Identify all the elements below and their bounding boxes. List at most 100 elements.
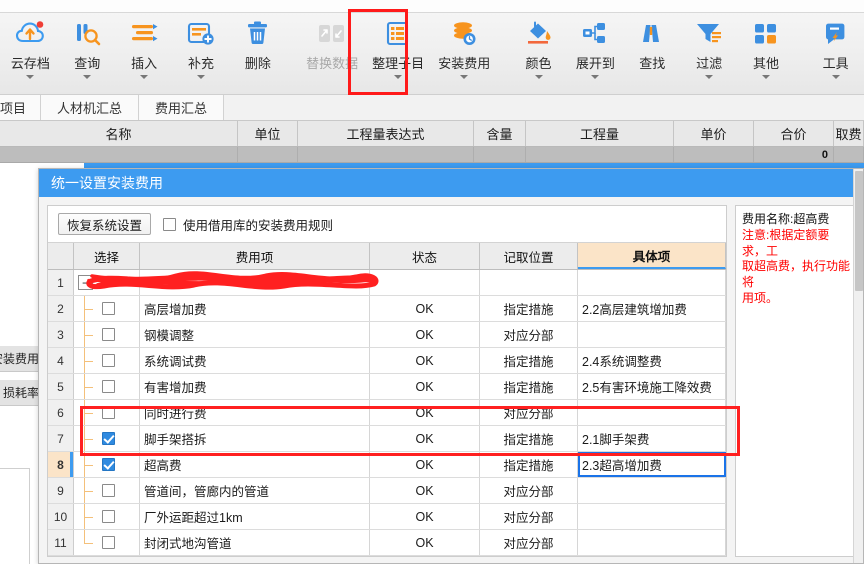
cell-select[interactable] (74, 530, 140, 555)
ribbon-button-find[interactable]: 查找 (624, 13, 681, 93)
chevron-down-icon[interactable] (26, 75, 35, 79)
cell-fee-item[interactable]: 高层增加费 (140, 296, 370, 321)
table-row[interactable]: 8 超高费 OK 指定措施 2.3超高增加费 (48, 452, 726, 478)
ribbon-button-supplement[interactable]: 补充 (173, 13, 230, 93)
grid-header-record-position[interactable]: 记取位置 (480, 243, 578, 269)
cell-unit-price[interactable] (674, 147, 754, 162)
table-row[interactable]: 1 − (48, 270, 726, 296)
cell-record-position[interactable]: 对应分部 (480, 322, 578, 347)
column-header-content[interactable]: 含量 (474, 121, 526, 146)
cell-specific-item[interactable] (578, 530, 726, 555)
cell-specific-item[interactable] (578, 504, 726, 529)
cell-unit[interactable] (238, 147, 298, 162)
cell-select[interactable] (74, 296, 140, 321)
table-row[interactable]: 5 有害增加费 OK 指定措施 2.5有害环境施工降效费 (48, 374, 726, 400)
ribbon-button-organize-items[interactable]: 整理子目 (365, 13, 431, 93)
chevron-down-icon[interactable] (460, 75, 469, 79)
cell-fee-item[interactable]: 钢模调整 (140, 322, 370, 347)
cell-content[interactable] (474, 147, 526, 162)
table-row[interactable]: 6 同时进行费 OK 对应分部 (48, 400, 726, 426)
scrollbar-thumb[interactable] (855, 171, 863, 291)
cell-specific-item[interactable] (578, 400, 726, 425)
row-checkbox[interactable] (102, 536, 115, 549)
ribbon-button-install-fee[interactable]: 安装费用 (431, 13, 497, 93)
chevron-down-icon[interactable] (591, 75, 600, 79)
cell-fee-item[interactable]: 超高费 (140, 452, 370, 477)
ribbon-button-expand-to[interactable]: 展开到 (567, 13, 624, 93)
chevron-down-icon[interactable] (534, 75, 543, 79)
left-panel-item-install-fee[interactable]: 安装费用 (0, 346, 40, 372)
cell-specific-item-active[interactable]: 2.3超高增加费 (578, 452, 726, 477)
cell-record-position[interactable]: 对应分部 (480, 400, 578, 425)
row-checkbox[interactable] (102, 458, 115, 471)
cell-select[interactable] (74, 400, 140, 425)
cell-total-price[interactable]: 0 (754, 147, 834, 162)
ribbon-button-other[interactable]: 其他 (738, 13, 795, 93)
row-checkbox[interactable] (102, 302, 115, 315)
tab-project[interactable]: 项目 (0, 95, 42, 120)
cell-specific-item[interactable] (578, 322, 726, 347)
cell-fee-item[interactable] (140, 270, 370, 295)
cell-record-position[interactable]: 对应分部 (480, 530, 578, 555)
grid-header-specific-item[interactable]: 具体项 (578, 243, 726, 269)
cell-quantity[interactable] (526, 147, 674, 162)
cell-record-position[interactable]: 指定措施 (480, 452, 578, 477)
cell-select[interactable] (74, 322, 140, 347)
cell-record-position[interactable] (480, 270, 578, 295)
ribbon-button-cloud-archive[interactable]: 云存档 (2, 13, 59, 93)
cell-fee-item[interactable]: 封闭式地沟管道 (140, 530, 370, 555)
cell-specific-item[interactable]: 2.2高层建筑增加费 (578, 296, 726, 321)
cell-record-position[interactable]: 指定措施 (480, 296, 578, 321)
dialog-vertical-scrollbar[interactable] (853, 169, 863, 563)
cell-quantity-expression[interactable] (298, 147, 474, 162)
chevron-down-icon[interactable] (140, 75, 149, 79)
chevron-down-icon[interactable] (394, 75, 403, 79)
cell-record-position[interactable]: 指定措施 (480, 374, 578, 399)
restore-system-settings-button[interactable]: 恢复系统设置 (58, 213, 152, 235)
row-checkbox[interactable] (102, 354, 115, 367)
column-header-unit[interactable]: 单位 (238, 121, 298, 146)
table-row[interactable]: 4 系统调试费 OK 指定措施 2.4系统调整费 (48, 348, 726, 374)
table-row[interactable]: 7 脚手架搭拆 OK 指定措施 2.1脚手架费 (48, 426, 726, 452)
tab-labor-material-machine-summary[interactable]: 人材机汇总 (41, 95, 140, 120)
ribbon-button-insert[interactable]: 插入 (116, 13, 173, 93)
column-header-unit-price[interactable]: 单价 (674, 121, 754, 146)
left-panel-item-loss-rate[interactable]: 损耗率 (0, 380, 40, 406)
row-checkbox[interactable] (102, 484, 115, 497)
table-row[interactable]: 11 封闭式地沟管道 OK 对应分部 (48, 530, 726, 556)
tab-fee-summary[interactable]: 费用汇总 (139, 95, 225, 120)
cell-specific-item[interactable]: 2.5有害环境施工降效费 (578, 374, 726, 399)
cell-record-position[interactable]: 指定措施 (480, 348, 578, 373)
cell-fee-item[interactable]: 有害增加费 (140, 374, 370, 399)
chevron-down-icon[interactable] (83, 75, 92, 79)
ribbon-button-filter[interactable]: 过滤 (681, 13, 738, 93)
chevron-down-icon[interactable] (761, 75, 770, 79)
table-row[interactable]: 9 管道间，管廊内的管道 OK 对应分部 (48, 478, 726, 504)
ribbon-button-delete[interactable]: 删除 (229, 13, 286, 93)
ribbon-button-tools[interactable]: 工具 (807, 13, 864, 93)
collapse-icon[interactable]: − (78, 275, 93, 290)
checkbox-box[interactable] (163, 217, 177, 231)
column-header-total-price[interactable]: 合价 (754, 121, 834, 146)
cell-specific-item[interactable]: 2.1脚手架费 (578, 426, 726, 451)
cell-select[interactable] (74, 504, 140, 529)
ribbon-button-query[interactable]: 查询 (59, 13, 116, 93)
cell-select[interactable] (74, 374, 140, 399)
ribbon-button-replace-data[interactable]: 替换数据 (299, 13, 365, 93)
cell-fee-item[interactable]: 系统调试费 (140, 348, 370, 373)
chevron-down-icon[interactable] (831, 75, 840, 79)
column-header-quantity[interactable]: 工程量 (526, 121, 674, 146)
row-checkbox[interactable] (102, 510, 115, 523)
table-row[interactable]: 10 厂外运距超过1km OK 对应分部 (48, 504, 726, 530)
grid-header-select[interactable]: 选择 (74, 243, 140, 269)
group-expander-cell[interactable]: − (74, 270, 140, 295)
cell-fee-item[interactable]: 同时进行费 (140, 400, 370, 425)
row-checkbox[interactable] (102, 406, 115, 419)
column-header-quantity-expression[interactable]: 工程量表达式 (298, 121, 474, 146)
cell-fee-item[interactable]: 脚手架搭拆 (140, 426, 370, 451)
cell-specific-item[interactable]: 2.4系统调整费 (578, 348, 726, 373)
chevron-down-icon[interactable] (705, 75, 714, 79)
table-row[interactable]: 3 钢模调整 OK 对应分部 (48, 322, 726, 348)
cell-record-position[interactable]: 对应分部 (480, 478, 578, 503)
ribbon-button-color[interactable]: 颜色 (510, 13, 567, 93)
